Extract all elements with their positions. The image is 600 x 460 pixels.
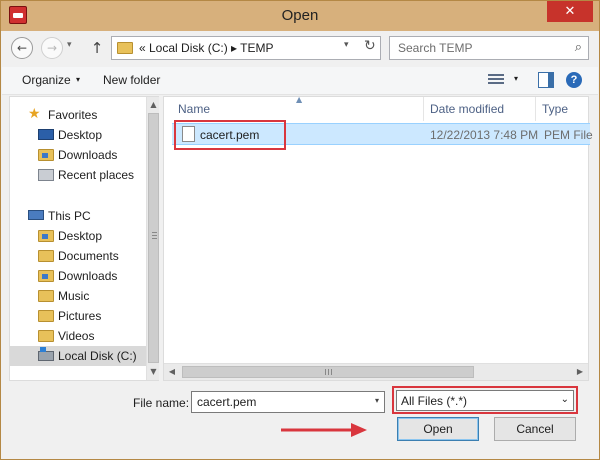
address-dropdown[interactable]: ▾ (344, 40, 349, 50)
refresh-icon[interactable]: ↻ (364, 38, 376, 54)
desktop-icon (38, 129, 54, 140)
organize-button[interactable]: Organize (22, 73, 71, 87)
file-name[interactable]: cacert.pem (200, 128, 259, 142)
local-disk-icon (38, 347, 54, 361)
column-label: Name (178, 102, 211, 116)
scrollbar-thumb[interactable] (148, 113, 159, 363)
change-view-icon[interactable] (488, 72, 504, 86)
scroll-left-arrow-icon[interactable]: ◀ (164, 364, 180, 380)
music-folder-icon (38, 290, 54, 302)
file-date-modified: 12/22/2013 7:48 PM (430, 128, 539, 142)
preview-pane-icon[interactable] (538, 72, 554, 88)
column-label: Type (542, 102, 569, 116)
sidebar-item-label: Documents (58, 249, 119, 263)
chevron-down-icon[interactable]: ⌄ (561, 394, 569, 405)
sidebar-item-downloads[interactable]: Downloads (10, 266, 146, 286)
scroll-up-arrow-icon[interactable]: ▲ (147, 97, 160, 113)
file-row[interactable]: cacert.pem 12/22/2013 7:48 PM PEM File (172, 120, 593, 150)
column-header-type[interactable]: Type (536, 97, 590, 121)
scroll-down-arrow-icon[interactable]: ▼ (147, 364, 160, 380)
search-box[interactable]: Search TEMP ⌕ (389, 36, 589, 60)
new-folder-button[interactable]: New folder (103, 73, 160, 87)
grip-icon (325, 369, 332, 375)
sidebar-item-label: Pictures (58, 309, 102, 323)
folder-icon (117, 42, 133, 54)
file-type: PEM File (544, 128, 593, 142)
open-button[interactable]: Open (397, 417, 479, 441)
cancel-button[interactable]: Cancel (494, 417, 576, 441)
scrollbar-thumb[interactable] (182, 366, 474, 378)
sidebar-item-downloads[interactable]: Downloads (10, 145, 146, 165)
navigation-bar: ← → ▾ ↑ « Local Disk (C:) ▸ TEMP ▾ ↻ Sea… (7, 34, 595, 62)
sidebar-item-label: Music (58, 289, 90, 303)
title-bar[interactable]: Open ✕ (1, 1, 599, 31)
sidebar-item-this-pc[interactable]: This PC (10, 206, 146, 226)
recent-locations-dropdown[interactable]: ▾ (67, 40, 72, 50)
downloads-folder-icon (38, 149, 54, 161)
scroll-right-arrow-icon[interactable]: ▶ (572, 364, 588, 380)
up-button[interactable]: ↑ (87, 37, 107, 59)
downloads-folder-icon (38, 270, 54, 282)
dialog-title: Open (281, 7, 319, 24)
file-list: Name ▲ Date modified Type cacert.pem 12/… (163, 95, 593, 381)
help-icon[interactable]: ? (566, 72, 582, 88)
sidebar-item-label: Desktop (58, 229, 103, 243)
sidebar-scrollbar[interactable]: ▲ ▼ (146, 97, 159, 380)
command-bar: Organize ▾ New folder ▾ ? (2, 67, 598, 95)
view-options-dropdown[interactable]: ▾ (514, 74, 518, 83)
file-name-field[interactable]: cacert.pem ▾ (191, 391, 385, 413)
column-label: Date modified (430, 102, 505, 116)
desktop-folder-icon (38, 230, 54, 242)
file-name-value[interactable]: cacert.pem (197, 395, 256, 409)
search-input[interactable]: Search TEMP (398, 41, 472, 55)
sidebar-item-favorites[interactable]: ★ Favorites (10, 105, 146, 125)
sidebar-item-label: Local Disk (C:) (58, 349, 137, 363)
address-path[interactable]: « Local Disk (C:) ▸ TEMP (139, 41, 274, 55)
grip-icon (152, 232, 157, 239)
sidebar-item-desktop[interactable]: Desktop (10, 226, 146, 246)
file-icon (182, 126, 195, 142)
sidebar-item-documents[interactable]: Documents (10, 246, 146, 266)
sort-ascending-icon: ▲ (296, 95, 303, 104)
file-list-scrollbar[interactable]: ◀ ▶ (164, 363, 588, 380)
videos-folder-icon (38, 330, 54, 342)
sidebar-item-label: Recent places (58, 168, 135, 182)
address-bar[interactable]: « Local Disk (C:) ▸ TEMP ▾ ↻ (111, 36, 381, 60)
file-type-filter-value[interactable]: All Files (*.*) (401, 394, 467, 408)
open-file-dialog: Open ✕ ← → ▾ ↑ « Local Disk (C:) ▸ TEMP … (0, 0, 600, 460)
pictures-folder-icon (38, 310, 54, 322)
column-header-date-modified[interactable]: Date modified (424, 97, 536, 121)
sidebar-item-label: Videos (58, 329, 95, 343)
chevron-down-icon[interactable]: ▾ (76, 75, 80, 84)
sidebar-item-music[interactable]: Music (10, 286, 146, 306)
sidebar-item-label: Downloads (58, 148, 118, 162)
forward-button[interactable]: → (41, 37, 63, 59)
documents-folder-icon (38, 250, 54, 262)
search-icon[interactable]: ⌕ (575, 40, 582, 55)
sidebar-item-label: Downloads (58, 269, 118, 283)
navigation-pane: ★ Favorites Desktop Downloads Recent pla… (9, 96, 159, 381)
sidebar-item-pictures[interactable]: Pictures (10, 306, 146, 326)
chevron-down-icon[interactable]: ▾ (375, 396, 379, 405)
close-button[interactable]: ✕ (547, 1, 593, 22)
arrow-icon (281, 423, 367, 437)
file-type-filter[interactable]: All Files (*.*) ⌄ (396, 390, 574, 411)
sidebar-item-desktop[interactable]: Desktop (10, 125, 146, 145)
back-button[interactable]: ← (11, 37, 33, 59)
sidebar-item-videos[interactable]: Videos (10, 326, 146, 346)
sidebar-item-label: Favorites (48, 108, 98, 122)
sidebar-item-recent-places[interactable]: Recent places (10, 165, 146, 185)
computer-icon (28, 210, 44, 220)
sidebar-item-label: Desktop (58, 128, 103, 142)
sidebar-item-label: This PC (48, 209, 91, 223)
recent-places-icon (38, 169, 54, 181)
column-header-name[interactable]: Name ▲ (172, 95, 424, 121)
star-icon: ★ (28, 106, 41, 122)
file-name-label: File name: (133, 396, 190, 410)
sidebar-item-local-disk[interactable]: Local Disk (C:) (10, 346, 146, 366)
